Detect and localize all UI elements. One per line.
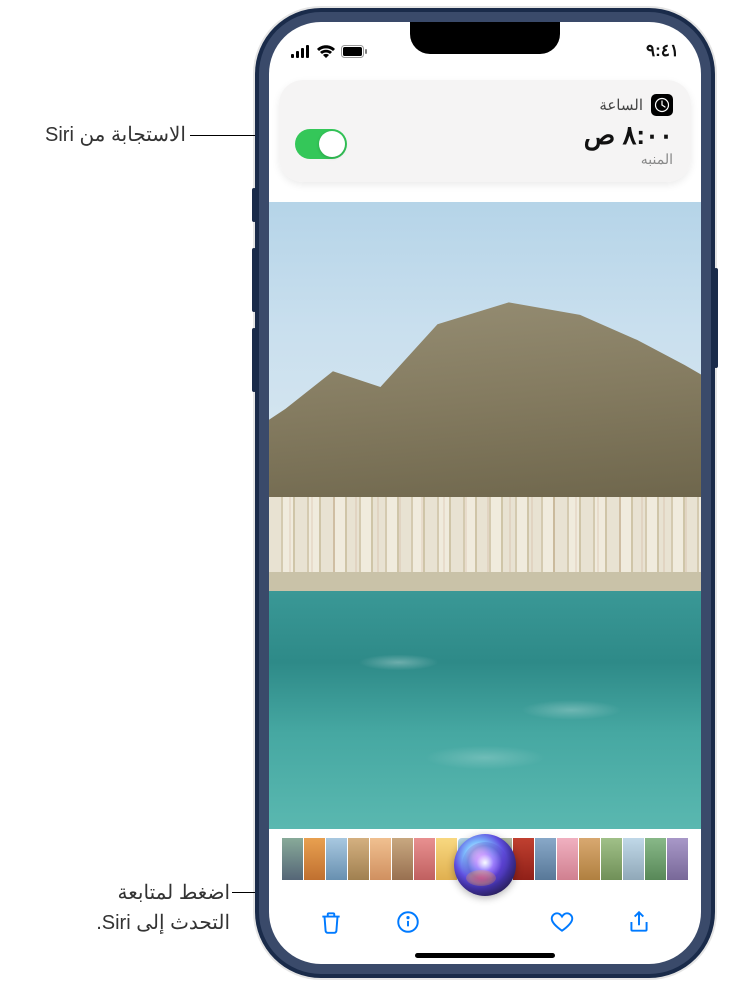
side-button[interactable] — [714, 268, 718, 368]
thumbnail[interactable] — [557, 838, 578, 880]
notch — [410, 22, 560, 54]
phone-screen: ٩:٤١ الساعة ٨:٠٠ ص المنبه — [269, 22, 701, 964]
photo-viewer[interactable] — [269, 202, 701, 829]
alarm-time: ٨:٠٠ ص — [584, 120, 673, 151]
thumbnail[interactable] — [348, 838, 369, 880]
alarm-toggle[interactable] — [295, 129, 347, 159]
cellular-icon — [291, 45, 311, 58]
thumbnail[interactable] — [370, 838, 391, 880]
favorite-button[interactable] — [547, 907, 577, 937]
share-button[interactable] — [624, 907, 654, 937]
thumbnail[interactable] — [392, 838, 413, 880]
thumbnail[interactable] — [579, 838, 600, 880]
callout-siri-response: الاستجابة من Siri — [6, 120, 186, 150]
callout-siri-continue: اضغط لمتابعة التحدث إلى Siri. — [65, 878, 230, 938]
silent-switch[interactable] — [252, 188, 256, 222]
thumbnail[interactable] — [623, 838, 644, 880]
battery-icon — [341, 45, 368, 58]
clock-app-icon — [651, 94, 673, 116]
thumbnail[interactable] — [645, 838, 666, 880]
status-icons-left — [291, 45, 368, 58]
thumbnail[interactable] — [601, 838, 622, 880]
home-indicator[interactable] — [415, 953, 555, 958]
wifi-icon — [317, 45, 335, 58]
thumbnail[interactable] — [282, 838, 303, 880]
siri-card-app-name: الساعة — [599, 96, 643, 114]
delete-button[interactable] — [316, 907, 346, 937]
alarm-label: المنبه — [584, 151, 673, 168]
thumbnail[interactable] — [667, 838, 688, 880]
thumbnail[interactable] — [513, 838, 534, 880]
thumbnail[interactable] — [326, 838, 347, 880]
iphone-frame: ٩:٤١ الساعة ٨:٠٠ ص المنبه — [255, 8, 715, 978]
volume-down-button[interactable] — [252, 328, 256, 392]
siri-response-card[interactable]: الساعة ٨:٠٠ ص المنبه — [279, 80, 691, 182]
info-button[interactable] — [393, 907, 423, 937]
status-time: ٩:٤١ — [646, 41, 679, 61]
thumbnail[interactable] — [535, 838, 556, 880]
volume-up-button[interactable] — [252, 248, 256, 312]
thumbnail[interactable] — [304, 838, 325, 880]
thumbnail[interactable] — [414, 838, 435, 880]
photo-sea — [269, 591, 701, 829]
photo-toolbar — [269, 892, 701, 952]
siri-button[interactable] — [454, 834, 516, 896]
